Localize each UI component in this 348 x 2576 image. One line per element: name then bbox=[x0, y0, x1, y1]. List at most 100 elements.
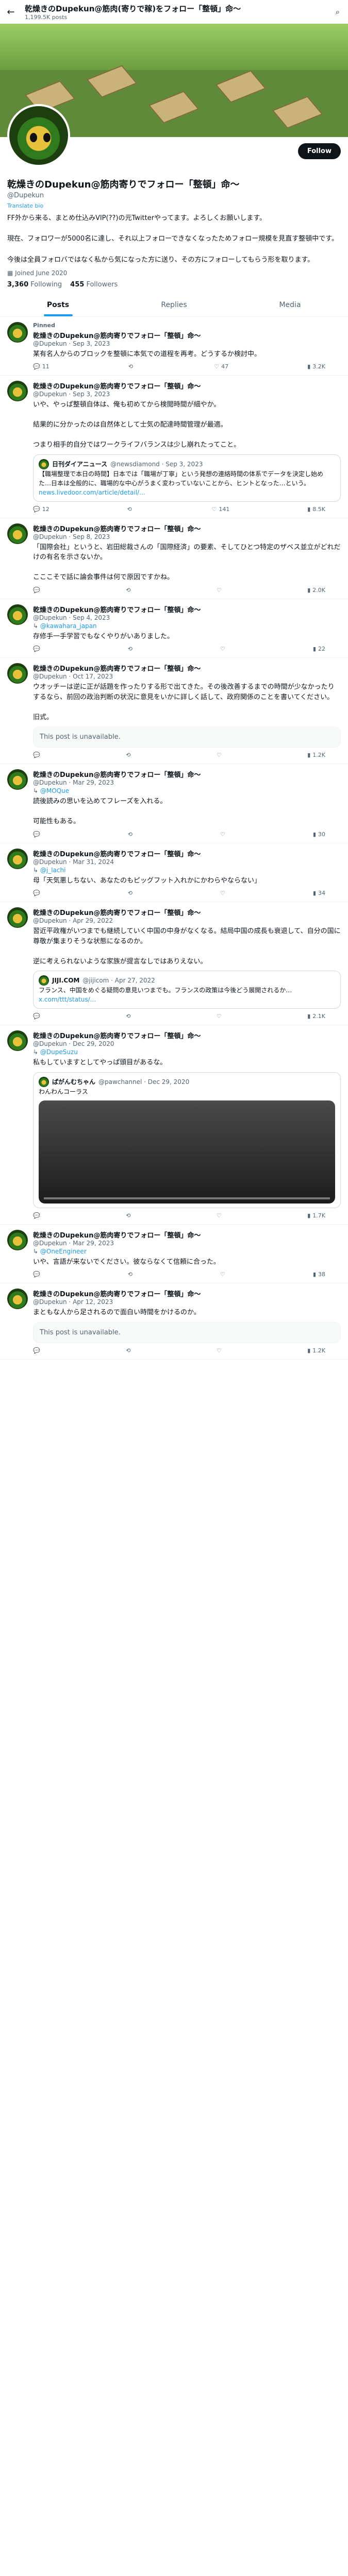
reply-icon: 💬 bbox=[33, 890, 40, 897]
repost-button[interactable]: ⟲ bbox=[128, 1271, 135, 1278]
reply-button[interactable]: 💬 bbox=[33, 1347, 42, 1354]
tweet-avatar[interactable] bbox=[7, 1289, 28, 1310]
repost-button[interactable]: ⟲ bbox=[126, 1212, 132, 1219]
quoted-post[interactable]: 日刊ダイアニュース @newsdiamond · Sep 3, 2023 【職場整… bbox=[33, 454, 341, 502]
reply-button[interactable]: 💬 bbox=[33, 1271, 42, 1278]
views-button[interactable]: ▮ 2.1K bbox=[307, 1013, 325, 1020]
quote-link[interactable]: x.com/ttt/status/... bbox=[39, 995, 335, 1004]
reply-button[interactable]: 💬 bbox=[33, 1212, 42, 1219]
tweet-avatar[interactable] bbox=[7, 604, 28, 625]
tweet-avatar[interactable] bbox=[7, 1030, 28, 1052]
tweet-author[interactable]: 乾燥きのDupekun@筋肉寄りでフォロー「整頓」命〜 bbox=[33, 381, 341, 391]
profile-avatar[interactable] bbox=[7, 104, 70, 167]
tweet-author[interactable]: 乾燥きのDupekun@筋肉寄りでフォロー「整頓」命〜 bbox=[33, 604, 341, 614]
tab-replies[interactable]: Replies bbox=[116, 294, 232, 316]
tweet-avatar[interactable] bbox=[7, 848, 28, 869]
reply-button[interactable]: 💬 bbox=[33, 752, 42, 758]
tweet-avatar[interactable] bbox=[7, 523, 28, 544]
tweet-author[interactable]: 乾燥きのDupekun@筋肉寄りでフォロー「整頓」命〜 bbox=[33, 769, 341, 779]
translate-bio-link[interactable]: Translate bio bbox=[7, 202, 341, 209]
tweet[interactable]: 乾燥きのDupekun@筋肉寄りでフォロー「整頓」命〜 @Dupekun · Se… bbox=[0, 599, 348, 658]
views-button[interactable]: ▮ 38 bbox=[313, 1271, 325, 1278]
back-arrow-icon[interactable]: ← bbox=[5, 7, 16, 18]
tweet-avatar[interactable] bbox=[7, 321, 28, 343]
tweet[interactable]: 乾燥きのDupekun@筋肉寄りでフォロー「整頓」命〜 @Dupekun · Ap… bbox=[0, 902, 348, 1026]
tweet-avatar[interactable] bbox=[7, 381, 28, 402]
tweet-author[interactable]: 乾燥きのDupekun@筋肉寄りでフォロー「整頓」命〜 bbox=[33, 663, 341, 673]
search-icon[interactable]: ⌕ bbox=[333, 7, 343, 16]
like-button[interactable]: ♡ 141 bbox=[212, 506, 230, 513]
views-button[interactable]: ▮ 30 bbox=[313, 831, 325, 838]
tweet[interactable]: 乾燥きのDupekun@筋肉寄りでフォロー「整頓」命〜 @Dupekun · Oc… bbox=[0, 658, 348, 765]
video-progress[interactable] bbox=[44, 1197, 330, 1199]
video-player[interactable] bbox=[39, 1100, 335, 1204]
like-button[interactable]: ♡ bbox=[220, 831, 227, 838]
quote-link[interactable]: news.livedoor.com/article/detail/... bbox=[39, 488, 335, 497]
like-button[interactable]: ♡ bbox=[220, 646, 227, 652]
reply-to-handle[interactable]: @MOQue bbox=[40, 787, 69, 794]
reply-button[interactable]: 💬 bbox=[33, 587, 42, 594]
views-button[interactable]: ▮ 8.5K bbox=[307, 506, 325, 513]
tweet-author[interactable]: 乾燥きのDupekun@筋肉寄りでフォロー「整頓」命〜 bbox=[33, 1030, 341, 1040]
like-button[interactable]: ♡ bbox=[217, 1212, 224, 1219]
tweet-author[interactable]: 乾燥きのDupekun@筋肉寄りでフォロー「整頓」命〜 bbox=[33, 1289, 341, 1298]
repost-button[interactable]: ⟲ bbox=[128, 646, 135, 652]
quoted-post[interactable]: JIJI.COM @jijicom · Apr 27, 2022 フランス、中国を… bbox=[33, 971, 341, 1009]
views-button[interactable]: ▮ 22 bbox=[313, 646, 325, 652]
tweet[interactable]: 乾燥きのDupekun@筋肉寄りでフォロー「整頓」命〜 @Dupekun · Ma… bbox=[0, 843, 348, 903]
tab-media[interactable]: Media bbox=[232, 294, 348, 316]
followers-count[interactable]: 455 Followers bbox=[70, 281, 118, 289]
reply-to-handle[interactable]: @DupeSuzu bbox=[40, 1048, 78, 1056]
like-button[interactable]: ♡ bbox=[217, 1347, 224, 1354]
views-button[interactable]: ▮ 1.2K bbox=[307, 1347, 325, 1354]
repost-button[interactable]: ⟲ bbox=[126, 1013, 132, 1020]
quoted-post[interactable]: ぱがんむちゃん @pawchannel · Dec 29, 2020 わんわんコー… bbox=[33, 1072, 341, 1208]
tweet-author[interactable]: 乾燥きのDupekun@筋肉寄りでフォロー「整頓」命〜 bbox=[33, 330, 341, 340]
reply-button[interactable]: 💬 bbox=[33, 890, 42, 896]
tweet[interactable]: Pinned 乾燥きのDupekun@筋肉寄りでフォロー「整頓」命〜 @Dupeku… bbox=[0, 317, 348, 376]
views-button[interactable]: ▮ 1.2K bbox=[307, 752, 325, 758]
repost-button[interactable]: ⟲ bbox=[127, 506, 134, 513]
tab-posts[interactable]: Posts bbox=[0, 294, 116, 316]
like-button[interactable]: ♡ bbox=[220, 890, 227, 896]
reply-to-handle[interactable]: @kawahara_japan bbox=[40, 622, 97, 630]
tweet-author[interactable]: 乾燥きのDupekun@筋肉寄りでフォロー「整頓」命〜 bbox=[33, 1230, 341, 1240]
tweet-avatar[interactable] bbox=[7, 907, 28, 928]
following-count[interactable]: 3,360 Following bbox=[7, 281, 62, 289]
tweet[interactable]: 乾燥きのDupekun@筋肉寄りでフォロー「整頓」命〜 @Dupekun · Se… bbox=[0, 376, 348, 518]
repost-button[interactable]: ⟲ bbox=[126, 1347, 132, 1354]
repost-button[interactable]: ⟲ bbox=[128, 363, 135, 370]
like-button[interactable]: ♡ bbox=[217, 752, 224, 758]
views-button[interactable]: ▮ 1.7K bbox=[307, 1212, 325, 1219]
views-button[interactable]: ▮ 3.2K bbox=[307, 363, 325, 370]
tweet[interactable]: 乾燥きのDupekun@筋肉寄りでフォロー「整頓」命〜 @Dupekun · Se… bbox=[0, 518, 348, 599]
repost-button[interactable]: ⟲ bbox=[128, 890, 135, 896]
tweet-author[interactable]: 乾燥きのDupekun@筋肉寄りでフォロー「整頓」命〜 bbox=[33, 523, 341, 533]
reply-button[interactable]: 💬 12 bbox=[33, 506, 49, 513]
tweet[interactable]: 乾燥きのDupekun@筋肉寄りでフォロー「整頓」命〜 @Dupekun · Ap… bbox=[0, 1283, 348, 1360]
like-button[interactable]: ♡ 47 bbox=[214, 363, 228, 370]
repost-button[interactable]: ⟲ bbox=[126, 587, 132, 594]
tweet[interactable]: 乾燥きのDupekun@筋肉寄りでフォロー「整頓」命〜 @Dupekun · De… bbox=[0, 1025, 348, 1225]
views-button[interactable]: ▮ 2.0K bbox=[307, 587, 325, 594]
tweet-author[interactable]: 乾燥きのDupekun@筋肉寄りでフォロー「整頓」命〜 bbox=[33, 907, 341, 917]
like-button[interactable]: ♡ bbox=[220, 1271, 227, 1278]
like-button[interactable]: ♡ bbox=[217, 587, 224, 594]
reply-button[interactable]: 💬 bbox=[33, 1013, 42, 1020]
tweet-avatar[interactable] bbox=[7, 663, 28, 684]
repost-button[interactable]: ⟲ bbox=[128, 831, 135, 838]
like-button[interactable]: ♡ bbox=[217, 1013, 224, 1020]
views-button[interactable]: ▮ 34 bbox=[313, 890, 325, 896]
tweet[interactable]: 乾燥きのDupekun@筋肉寄りでフォロー「整頓」命〜 @Dupekun · Ma… bbox=[0, 1225, 348, 1284]
reply-to-handle[interactable]: @OneEngineer bbox=[40, 1248, 87, 1255]
tweet[interactable]: 乾燥きのDupekun@筋肉寄りでフォロー「整頓」命〜 @Dupekun · Ma… bbox=[0, 764, 348, 843]
tweet-avatar[interactable] bbox=[7, 1229, 28, 1250]
repost-button[interactable]: ⟲ bbox=[126, 752, 132, 758]
tweet-avatar[interactable] bbox=[7, 769, 28, 790]
reply-to-handle[interactable]: @j_lachi bbox=[40, 867, 66, 874]
reply-button[interactable]: 💬 11 bbox=[33, 363, 49, 370]
reply-button[interactable]: 💬 bbox=[33, 831, 42, 838]
tweet-author[interactable]: 乾燥きのDupekun@筋肉寄りでフォロー「整頓」命〜 bbox=[33, 849, 341, 858]
reply-button[interactable]: 💬 bbox=[33, 646, 42, 652]
follow-button[interactable]: Follow bbox=[297, 143, 341, 159]
